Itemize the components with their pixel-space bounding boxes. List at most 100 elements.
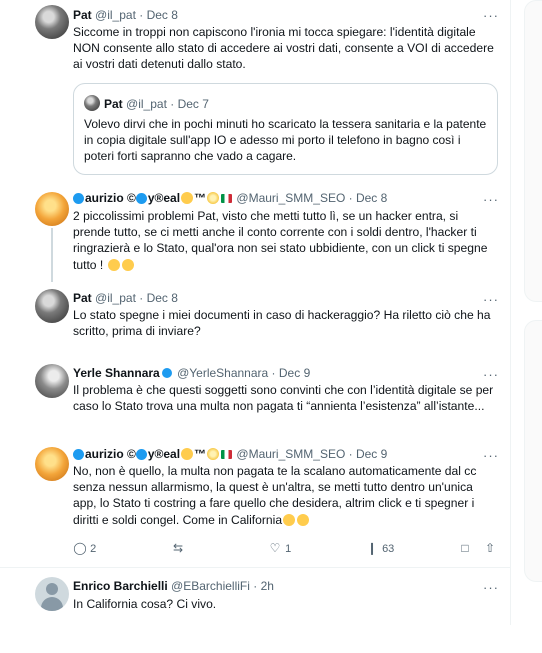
italy-flag-icon [221, 450, 233, 459]
separator: · [348, 191, 353, 205]
tweet-enrico[interactable]: Enrico Barchielli @EBarchielliFi · 2h ··… [0, 567, 510, 625]
tweet-date[interactable]: Dec 8 [356, 191, 387, 205]
more-options-icon[interactable]: ··· [483, 368, 499, 381]
tweet-date[interactable]: Dec 9 [279, 366, 310, 380]
heart-icon: ♡ [269, 541, 281, 555]
avatar[interactable] [35, 447, 69, 481]
avatar[interactable] [35, 192, 69, 226]
author-name[interactable]: Enrico Barchielli [73, 579, 168, 593]
quoted-avatar [84, 95, 100, 111]
avatar[interactable] [35, 289, 69, 323]
tweet-pat-reply[interactable]: Pat @il_pat · Dec 8 ··· Lo stato spegne … [0, 285, 510, 357]
share-icon: ⇧ [484, 541, 496, 555]
avatar[interactable] [35, 5, 69, 39]
avatar[interactable] [35, 577, 69, 611]
quoted-tweet-header: Pat @il_pat · Dec 7 [84, 95, 209, 112]
separator: · [139, 8, 144, 22]
author-name[interactable]: Pat [73, 8, 92, 22]
tweet-header: Pat @il_pat · Dec 8 [73, 291, 178, 306]
tweet-date[interactable]: Dec 8 [147, 291, 178, 305]
author-name[interactable]: aurizio © y®eal ™ [85, 191, 233, 205]
quoted-author-handle: @il_pat [126, 97, 167, 111]
wink-emoji-icon [297, 513, 310, 526]
author-handle[interactable]: @YerleShannara [177, 366, 268, 380]
tweet-text: In California cosa? Ci vivo. [73, 597, 217, 611]
tweet-header: Yerle Shannara @YerleShannara · Dec 9 [73, 366, 310, 381]
author-handle[interactable]: @Mauri_SMM_SEO [236, 191, 345, 205]
thread-line [51, 228, 53, 282]
views-count: 63 [382, 543, 395, 555]
tweet-text: No, non è quello, la multa non pagata te… [73, 464, 477, 527]
separator: · [253, 579, 258, 593]
reply-count: 2 [90, 543, 97, 555]
wink-emoji-icon [121, 258, 134, 271]
share-button[interactable]: ⇧ [483, 541, 497, 555]
tweet-date[interactable]: Dec 9 [356, 447, 387, 461]
sparkle-emoji-icon [207, 448, 220, 460]
retweet-button[interactable]: ⇆ [171, 541, 185, 555]
m-circle-icon [135, 449, 147, 460]
sidebar-card [524, 0, 542, 302]
more-options-icon[interactable]: ··· [483, 9, 499, 22]
reply-button[interactable]: ◯ 2 [73, 541, 96, 555]
sparkle-emoji-icon [207, 192, 220, 204]
quoted-tweet-text: Volevo dirvi che in pochi minuti ho scar… [84, 117, 487, 164]
default-avatar-head [46, 583, 58, 595]
tweet-pat-dec8[interactable]: Pat @il_pat · Dec 8 ··· Siccome in tropp… [0, 0, 510, 185]
tweet-text: Siccome in troppi non capiscono l'ironia… [73, 25, 494, 72]
tweet-date[interactable]: Dec 8 [147, 8, 178, 22]
default-avatar-body [41, 597, 63, 611]
right-sidebar-edge [510, 0, 542, 653]
m-circle-icon [73, 449, 84, 460]
tweet-date[interactable]: 2h [261, 579, 274, 593]
author-handle[interactable]: @il_pat [95, 8, 136, 22]
tweet-maurizio-dec8[interactable]: aurizio © y®eal ™ @Mauri_SMM_SEO · Dec 8 ·… [0, 185, 510, 285]
quoted-author-name: Pat [104, 97, 123, 111]
retweet-icon: ⇆ [172, 541, 184, 555]
tweet-actions: ◯ 2 ⇆ ♡ 1 ❙ 63 □ ⇧ [73, 541, 503, 559]
verified-badge-icon [161, 368, 172, 378]
sidebar-card [524, 320, 542, 582]
tweet-text: Il problema è che questi soggetti sono c… [73, 383, 494, 414]
like-button[interactable]: ♡ 1 [268, 541, 292, 555]
more-options-icon[interactable]: ··· [483, 193, 499, 206]
bookmark-button[interactable]: □ [458, 541, 472, 555]
more-options-icon[interactable]: ··· [483, 293, 499, 306]
author-name[interactable]: Yerle Shannara [73, 366, 160, 380]
smile-emoji-icon [283, 513, 296, 526]
laughing-emoji-icon [107, 258, 120, 271]
italy-flag-icon [221, 194, 233, 203]
author-handle[interactable]: @il_pat [95, 291, 136, 305]
quoted-tweet-date: Dec 7 [177, 97, 209, 111]
bookmark-icon: □ [461, 541, 469, 555]
tweet-text: 2 piccolissimi problemi Pat, visto che m… [73, 209, 488, 272]
views-button[interactable]: ❙ 63 [365, 541, 394, 555]
m-circle-icon [135, 193, 147, 204]
tweet-header: aurizio © y®eal ™ @Mauri_SMM_SEO · Dec 9 [73, 447, 387, 462]
author-name[interactable]: Pat [73, 291, 92, 305]
tweet-header: aurizio © y®eal ™ @Mauri_SMM_SEO · Dec 8 [73, 191, 387, 206]
more-options-icon[interactable]: ··· [483, 449, 499, 462]
face-emoji-icon [181, 448, 194, 460]
more-options-icon[interactable]: ··· [483, 581, 499, 594]
tweet-header: Enrico Barchielli @EBarchielliFi · 2h [73, 579, 274, 594]
conversation-feed: Pat @il_pat · Dec 8 ··· Siccome in tropp… [0, 0, 510, 625]
tweet-yerle[interactable]: Yerle Shannara @YerleShannara · Dec 9 ··… [0, 357, 510, 437]
separator: · [271, 366, 276, 380]
like-count: 1 [285, 543, 292, 555]
tweet-text: Lo stato spegne i miei documenti in caso… [73, 308, 491, 339]
separator: · [170, 97, 175, 111]
column-divider [510, 0, 511, 625]
author-handle[interactable]: @EBarchielliFi [171, 579, 250, 593]
separator: · [139, 291, 144, 305]
tweet-header: Pat @il_pat · Dec 8 [73, 8, 178, 23]
page-bottom [0, 625, 542, 653]
views-icon: ❙ [366, 541, 378, 555]
reply-icon: ◯ [73, 541, 87, 555]
separator: · [348, 447, 353, 461]
avatar[interactable] [35, 364, 69, 398]
m-circle-icon [73, 193, 84, 204]
author-name[interactable]: aurizio © y®eal ™ [85, 447, 233, 461]
quoted-tweet[interactable]: Pat @il_pat · Dec 7 Volevo dirvi che in … [73, 83, 498, 175]
author-handle[interactable]: @Mauri_SMM_SEO [236, 447, 345, 461]
